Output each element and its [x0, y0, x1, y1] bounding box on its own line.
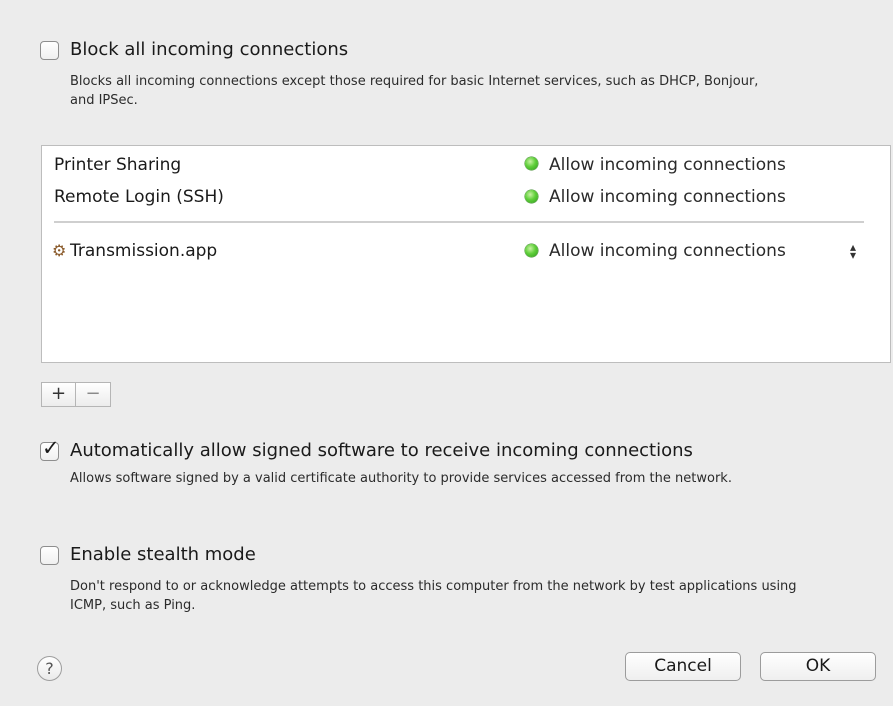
service-status: Allow incoming connections	[549, 155, 786, 175]
auto-allow-description: Allows software signed by a valid certif…	[70, 471, 732, 486]
auto-allow-label[interactable]: Automatically allow signed software to r…	[70, 440, 693, 462]
status-green-dot-icon	[525, 244, 538, 257]
add-app-button[interactable]: +	[41, 382, 76, 407]
app-name[interactable]: Transmission.app	[70, 240, 217, 262]
stealth-mode-checkbox[interactable]	[40, 546, 59, 565]
stealth-mode-label[interactable]: Enable stealth mode	[70, 544, 256, 566]
popup-stepper-icon[interactable]: ▴ ▾	[848, 241, 858, 261]
block-all-label[interactable]: Block all incoming connections	[70, 39, 348, 61]
list-divider	[54, 221, 864, 223]
app-status-popup[interactable]: Allow incoming connections	[549, 240, 786, 262]
service-name[interactable]: Remote Login (SSH)	[54, 186, 224, 208]
transmission-app-icon: ⚙	[52, 241, 67, 260]
list-controls: + −	[41, 382, 113, 409]
stealth-mode-description: Don't respond to or acknowledge attempts…	[70, 579, 797, 613]
ok-button[interactable]: OK	[760, 652, 876, 681]
service-name[interactable]: Printer Sharing	[54, 154, 181, 176]
block-all-description: Blocks all incoming connections except t…	[70, 74, 759, 108]
status-green-dot-icon	[525, 157, 538, 170]
service-status: Allow incoming connections	[549, 187, 786, 207]
cancel-button[interactable]: Cancel	[625, 652, 741, 681]
auto-allow-checkbox[interactable]: ✓	[40, 438, 60, 461]
block-all-checkbox[interactable]	[40, 41, 59, 60]
help-button[interactable]: ?	[37, 656, 62, 681]
firewall-app-list[interactable]: Printer Sharing Allow incoming connectio…	[41, 145, 891, 363]
status-green-dot-icon	[525, 190, 538, 203]
remove-app-button[interactable]: −	[76, 382, 111, 407]
checkmark-icon: ✓	[42, 436, 60, 460]
